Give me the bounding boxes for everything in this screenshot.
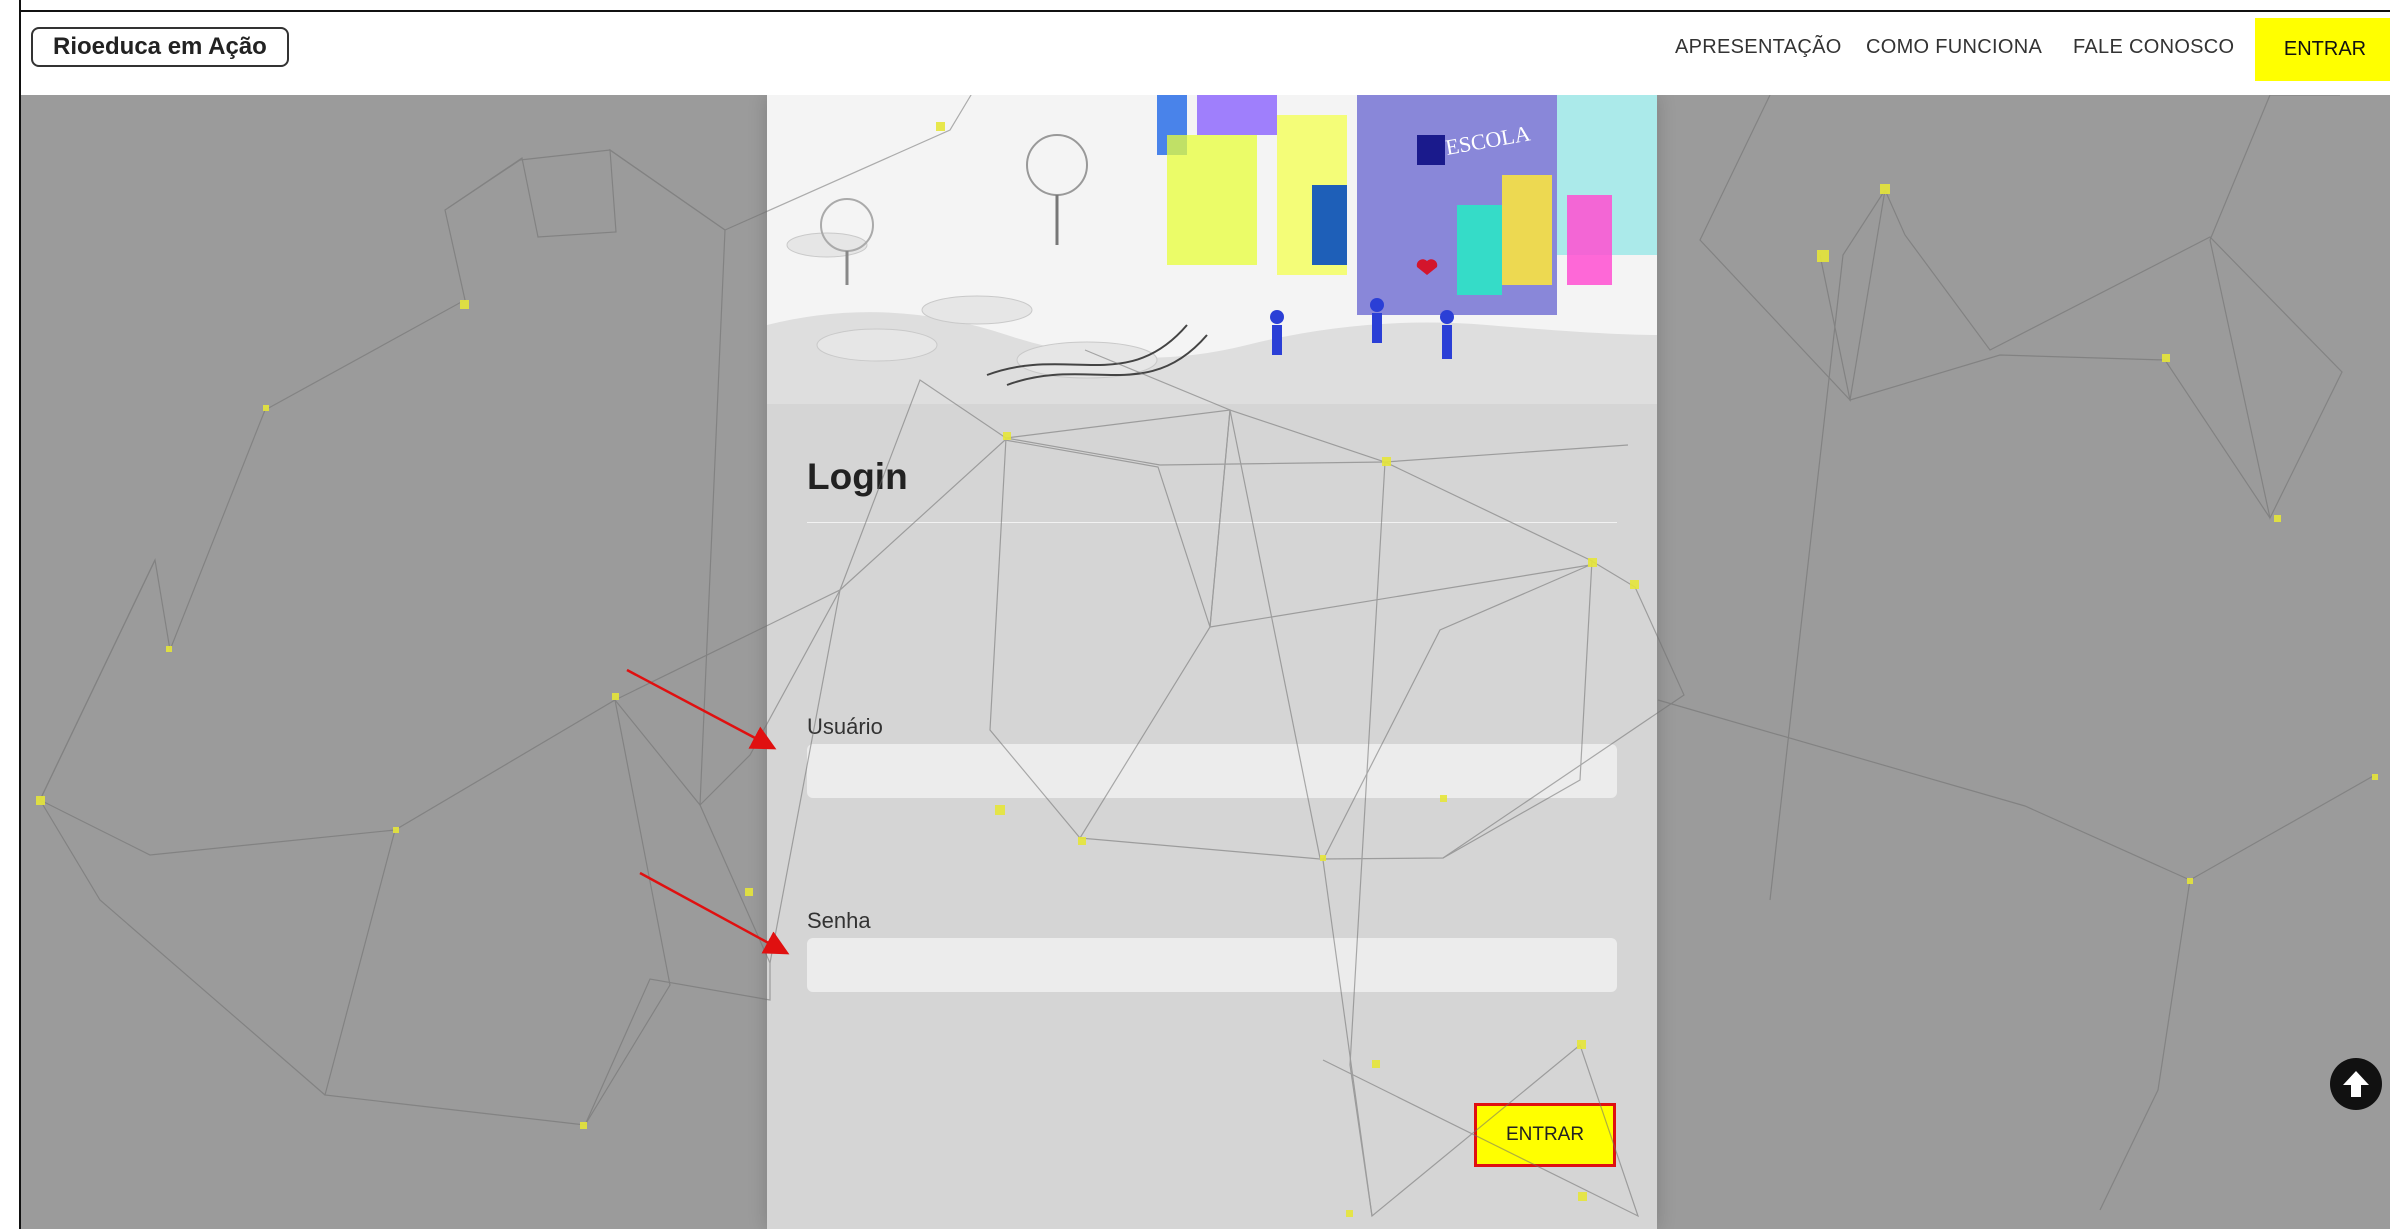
login-title: Login — [807, 456, 908, 497]
brand-logo[interactable]: Rioeduca em Ação — [31, 27, 289, 67]
password-input[interactable] — [807, 938, 1617, 992]
nav-link-fale-conosco[interactable]: FALE CONOSCO — [2073, 36, 2234, 59]
password-label: Senha — [807, 908, 871, 933]
scroll-to-top-button[interactable] — [2330, 1058, 2382, 1110]
login-submit-label: ENTRAR — [1505, 1124, 1585, 1145]
login-divider — [807, 522, 1617, 523]
nav-link-como-funciona[interactable]: COMO FUNCIONA — [1866, 36, 2042, 59]
nav-link-apresentacao[interactable]: APRESENTAÇÃO — [1675, 36, 1842, 59]
annotation-arrow-username — [626, 668, 777, 750]
nav-enter-label: ENTRAR — [2283, 38, 2367, 60]
screen-frame-left-border — [19, 0, 21, 1229]
annotation-arrow-password — [639, 871, 790, 955]
top-navbar: Rioeduca em Ação APRESENTAÇÃO COMO FUNCI… — [21, 12, 2390, 95]
username-label: Usuário — [807, 714, 883, 739]
arrow-up-circle-icon — [2343, 1071, 2369, 1097]
nav-enter-button[interactable]: ENTRAR — [2255, 18, 2390, 81]
login-submit-button[interactable]: ENTRAR — [1474, 1103, 1616, 1167]
brand-title: Rioeduca em Ação — [53, 33, 267, 60]
login-card: ESCOLA Login Usuário Senha ENTRAR — [767, 95, 1657, 1229]
hero-illustration: ESCOLA — [767, 95, 1657, 404]
username-input[interactable] — [807, 744, 1617, 798]
screen-frame-top-border — [19, 10, 2390, 12]
screen-frame-left — [0, 0, 19, 1229]
school-illustration: ESCOLA — [767, 95, 1657, 404]
